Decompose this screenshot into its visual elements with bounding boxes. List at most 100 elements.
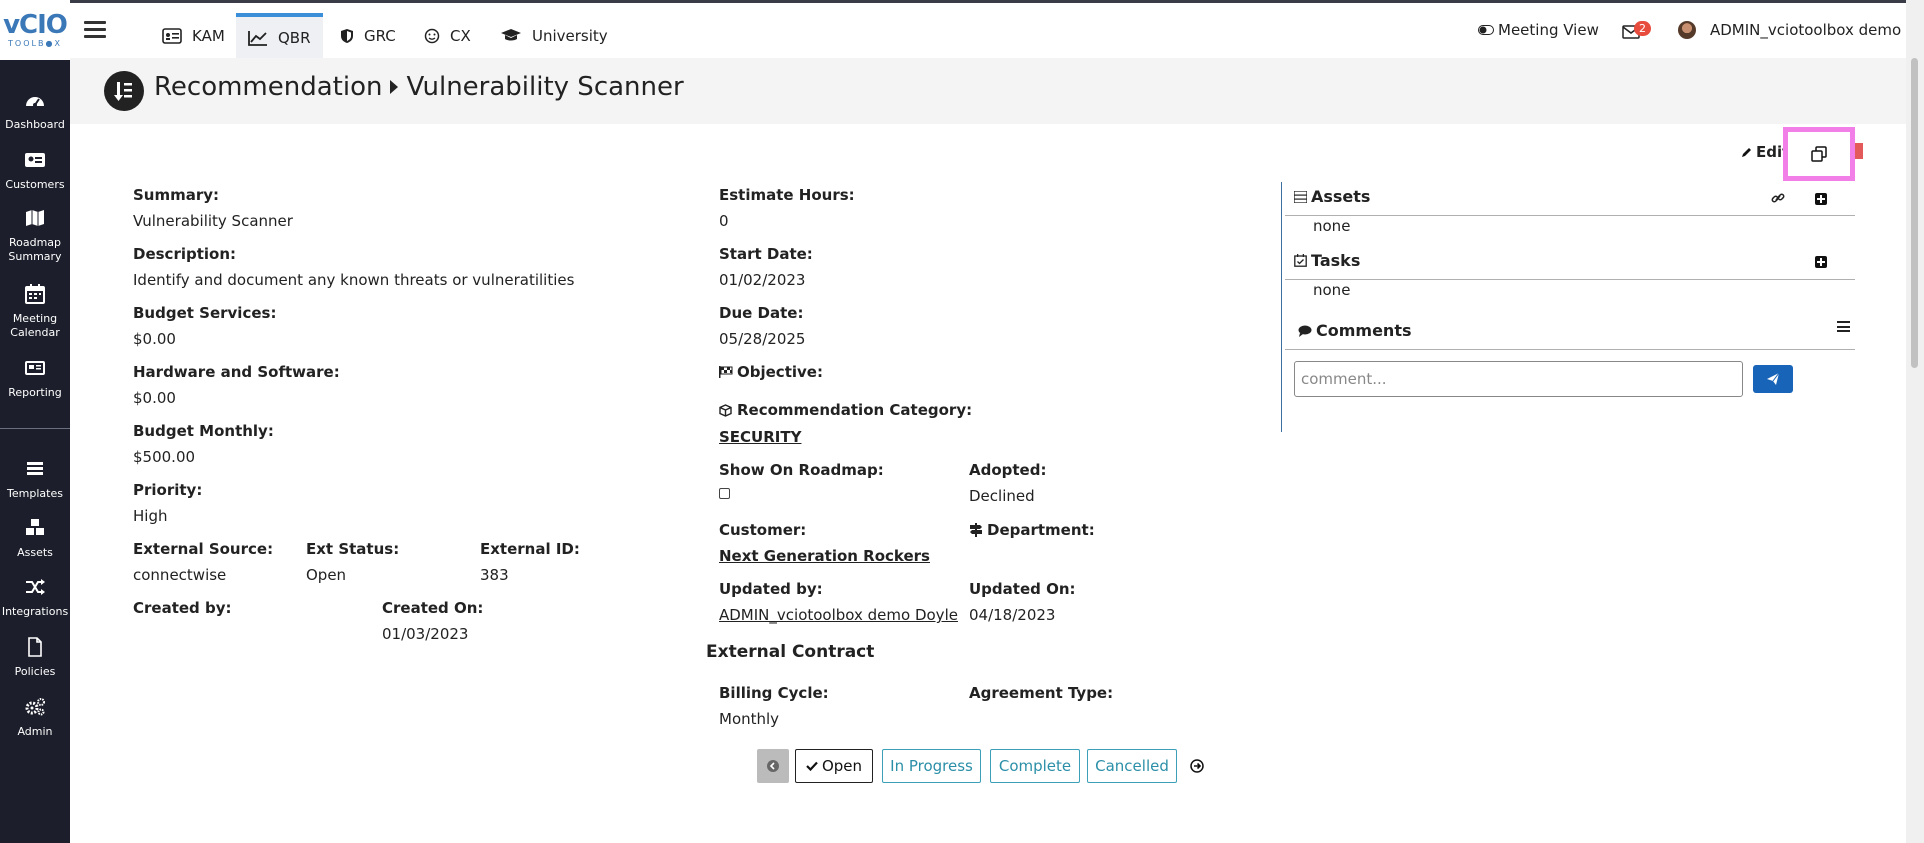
sidebar-item-dashboard[interactable]: Dashboard <box>0 90 70 132</box>
category-label-row: Recommendation Category: <box>719 401 972 419</box>
tasks-none-text: none <box>1313 281 1351 299</box>
gears-icon <box>25 698 45 716</box>
estimate-hours-value: 0 <box>719 212 729 230</box>
sidebar: vCIO TOOLB●X Dashboard Customers Roadmap… <box>0 0 70 843</box>
tab-label: CX <box>450 27 471 45</box>
tasks-divider <box>1285 279 1855 280</box>
tab-grc[interactable]: GRC <box>328 13 408 59</box>
due-date-label: Due Date: <box>719 304 804 322</box>
tab-qbr[interactable]: QBR <box>236 13 323 59</box>
scrollbar-thumb[interactable] <box>1911 58 1918 368</box>
sidebar-item-templates[interactable]: Templates <box>0 459 70 501</box>
page-title: Recommendation Vulnerability Scanner <box>154 72 684 102</box>
sidebar-item-reporting[interactable]: Reporting <box>0 358 70 400</box>
show-on-roadmap-checkbox[interactable] <box>719 488 730 499</box>
updated-by-link[interactable]: ADMIN_vciotoolbox demo Doyle <box>719 606 958 624</box>
meeting-view-toggle[interactable]: Meeting View <box>1478 21 1599 39</box>
ext-status-label: Ext Status: <box>306 540 400 558</box>
previous-status-button[interactable] <box>757 749 789 783</box>
comments-menu-icon[interactable] <box>1837 321 1850 332</box>
billing-cycle-value: Monthly <box>719 710 780 728</box>
objective-label-row: Objective: <box>719 363 823 381</box>
customer-link[interactable]: Next Generation Rockers <box>719 547 930 565</box>
meeting-view-label: Meeting View <box>1498 21 1599 39</box>
external-id-value: 383 <box>480 566 509 584</box>
sidebar-item-customers[interactable]: Customers <box>0 150 70 192</box>
external-contract-title: External Contract <box>706 642 875 662</box>
mail-count-badge: 2 <box>1634 21 1651 36</box>
logo[interactable]: vCIO TOOLB●X <box>0 0 70 60</box>
comment-icon <box>1298 325 1312 337</box>
graduation-cap-icon <box>501 29 521 41</box>
sidebar-item-label: Templates <box>7 487 63 500</box>
sidebar-item-integrations[interactable]: Integrations <box>0 577 70 619</box>
add-task-plus-icon[interactable] <box>1815 256 1827 268</box>
sidebar-divider <box>0 428 70 429</box>
flag-checkered-icon <box>719 366 733 378</box>
sidebar-item-label: Meeting Calendar <box>10 312 60 339</box>
logo-wordmark: vCIO <box>3 10 68 40</box>
recommendation-icon <box>104 71 144 111</box>
department-label: Department: <box>987 521 1095 539</box>
summary-value: Vulnerability Scanner <box>133 212 293 230</box>
signs-icon <box>970 523 982 537</box>
status-in-progress-label: In Progress <box>890 757 973 775</box>
tab-kam[interactable]: KAM <box>150 13 237 59</box>
hamburger-menu-icon[interactable] <box>84 21 106 39</box>
sidebar-item-label: Assets <box>17 546 53 559</box>
tab-cx[interactable]: CX <box>412 13 483 59</box>
id-card-icon <box>162 28 182 44</box>
comments-header: Comments <box>1298 321 1412 340</box>
created-by-label: Created by: <box>133 599 232 617</box>
breadcrumb-parent[interactable]: Recommendation <box>154 72 382 102</box>
mail-button[interactable]: 2 <box>1622 21 1651 39</box>
comments-divider <box>1285 349 1855 350</box>
description-label: Description: <box>133 245 237 263</box>
add-asset-plus-icon[interactable] <box>1815 193 1827 205</box>
link-icon[interactable] <box>1771 191 1785 205</box>
category-link[interactable]: SECURITY <box>719 428 801 446</box>
assets-none-text: none <box>1313 217 1351 235</box>
caret-right-icon <box>390 80 399 94</box>
sidebar-item-assets[interactable]: Assets <box>0 518 70 560</box>
status-complete-button[interactable]: Complete <box>990 749 1080 783</box>
right-panel-divider <box>1281 182 1282 432</box>
comment-input[interactable] <box>1294 361 1743 397</box>
dashboard-icon <box>26 97 44 107</box>
delete-icon[interactable] <box>1855 143 1863 159</box>
recommendation-category-label: Recommendation Category: <box>737 401 973 419</box>
assets-header: Assets <box>1294 187 1370 206</box>
assets-divider <box>1285 215 1855 216</box>
status-cancelled-button[interactable]: Cancelled <box>1087 749 1177 783</box>
box-icon <box>719 403 732 417</box>
tab-university[interactable]: University <box>488 13 620 59</box>
status-in-progress-button[interactable]: In Progress <box>882 749 981 783</box>
copy-button[interactable] <box>1783 127 1855 181</box>
status-open-button[interactable]: Open <box>795 749 873 783</box>
objective-label: Objective: <box>737 363 823 381</box>
ext-status-value: Open <box>306 566 347 584</box>
arrow-circle-left-icon <box>767 760 779 772</box>
paper-plane-icon <box>1767 372 1780 385</box>
department-label-row: Department: <box>969 521 1095 539</box>
hardware-software-value: $0.00 <box>133 389 176 407</box>
sidebar-item-roadmap-summary[interactable]: Roadmap Summary <box>0 208 70 264</box>
newspaper-icon <box>25 361 45 375</box>
arrow-circle-right-icon[interactable] <box>1190 759 1204 773</box>
send-comment-button[interactable] <box>1753 365 1793 393</box>
user-name: ADMIN_vciotoolbox demo <box>1710 21 1902 39</box>
hardware-software-label: Hardware and Software: <box>133 363 340 381</box>
top-navbar: KAM QBR GRC CX University Meeting View 2… <box>70 0 1924 59</box>
updated-on-label: Updated On: <box>969 580 1076 598</box>
sidebar-item-policies[interactable]: Policies <box>0 637 70 679</box>
sidebar-item-label: Reporting <box>8 386 62 399</box>
copy-icon <box>1811 146 1827 162</box>
user-menu[interactable]: ADMIN_vciotoolbox demo <box>1678 21 1901 39</box>
chart-line-icon <box>248 31 267 46</box>
sidebar-item-label: Policies <box>14 665 56 678</box>
avatar <box>1678 21 1696 39</box>
customer-label: Customer: <box>719 521 807 539</box>
sidebar-item-meeting-calendar[interactable]: Meeting Calendar <box>0 284 70 340</box>
sidebar-item-admin[interactable]: Admin <box>0 697 70 739</box>
description-value: Identify and document any known threats … <box>133 271 575 289</box>
